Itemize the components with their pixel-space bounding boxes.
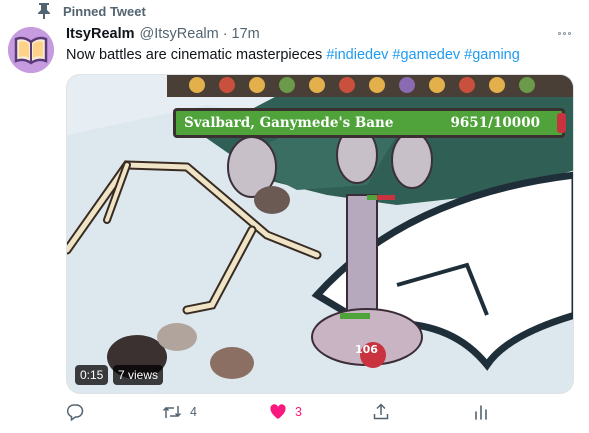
more-options-button[interactable] <box>553 26 575 40</box>
video-timestamp: 0:15 <box>75 365 109 385</box>
like-count: 3 <box>295 405 302 419</box>
analytics-button[interactable] <box>472 403 498 421</box>
reply-button[interactable] <box>66 403 92 421</box>
more-icon-dot <box>567 31 571 35</box>
retweet-count: 4 <box>190 405 197 419</box>
pinned-tweet-indicator: Pinned Tweet <box>37 2 146 20</box>
damage-number: 106 <box>355 343 378 356</box>
display-name[interactable]: ItsyRealm <box>66 26 135 42</box>
user-handle[interactable]: @ItsyRealm <box>140 26 219 42</box>
retweet-button[interactable]: 4 <box>162 403 197 421</box>
pinned-label: Pinned Tweet <box>63 3 146 19</box>
pin-icon <box>38 3 50 19</box>
hashtag-link[interactable]: #gaming <box>464 47 520 63</box>
avatar[interactable] <box>8 27 54 73</box>
share-button[interactable] <box>372 403 398 421</box>
tweet-body: Now battles are cinematic masterpieces <box>66 47 323 63</box>
boss-health-value: 9651/10000 <box>450 115 540 131</box>
like-button[interactable]: 3 <box>269 403 302 421</box>
share-icon <box>373 403 389 420</box>
hashtag-link[interactable]: #indiedev <box>326 47 388 63</box>
heart-icon <box>270 404 286 419</box>
tweet-time[interactable]: 17m <box>232 26 260 42</box>
tweet-actions: 4 3 <box>66 403 496 425</box>
hashtag-link[interactable]: #gamedev <box>392 47 460 63</box>
analytics-icon <box>475 405 487 420</box>
video-views: 7 views <box>113 365 164 385</box>
reply-icon <box>66 404 84 421</box>
separator-dot: · <box>222 26 228 42</box>
retweet-icon <box>162 406 182 418</box>
boss-health-bar: Svalbard, Ganymede's Bane 9651/10000 <box>173 108 566 138</box>
video-player[interactable]: Svalbard, Ganymede's Bane 9651/10000 106… <box>66 74 574 394</box>
more-icon <box>557 31 561 35</box>
boss-name: Svalbard, Ganymede's Bane <box>184 115 394 131</box>
tweet-header: ItsyRealm @ItsyRealm · 17m <box>66 26 260 42</box>
more-icon-dot <box>562 31 566 35</box>
book-logo-icon <box>8 27 54 73</box>
tweet-text: Now battles are cinematic masterpieces #… <box>66 47 520 63</box>
boss-health-bar-cap <box>557 113 566 133</box>
